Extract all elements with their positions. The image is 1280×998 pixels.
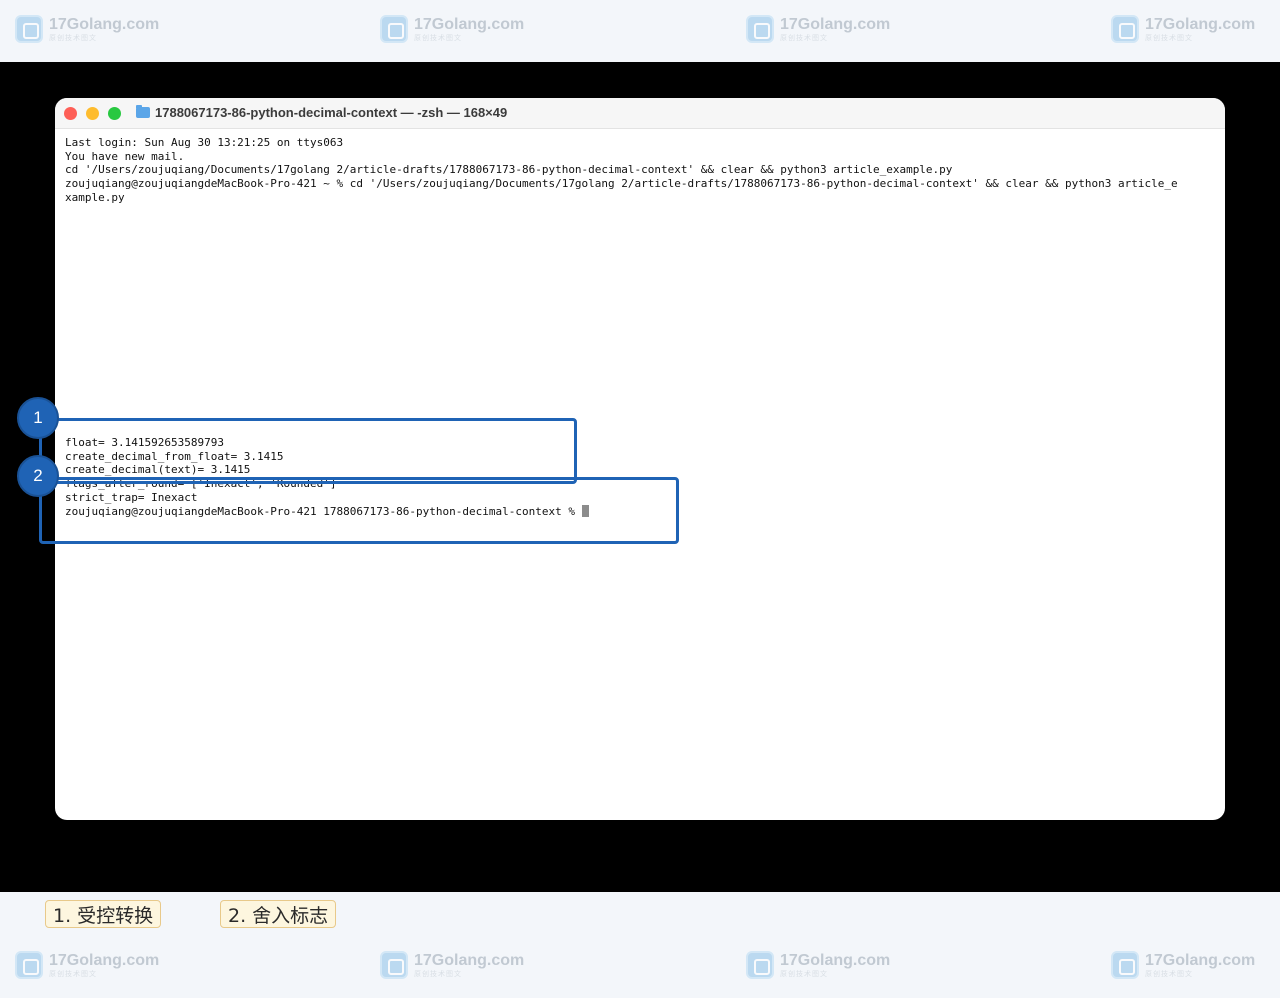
watermark-sub: 原创技术图文 [780, 34, 828, 42]
watermark-sub: 原创技术图文 [1145, 970, 1193, 978]
folder-icon [136, 105, 150, 118]
watermark-logo-icon [746, 951, 774, 979]
window-title: 1788067173-86-python-decimal-context — -… [155, 105, 508, 120]
watermark-logo-icon [15, 15, 43, 43]
watermark-sub: 原创技术图文 [1145, 34, 1193, 42]
close-window-button[interactable] [64, 107, 77, 120]
minimize-window-button[interactable] [86, 107, 99, 120]
annotation-legend: 1. 受控转换 2. 舍入标志 [0, 892, 1280, 936]
callout-badge-1: 1 [17, 397, 59, 439]
watermark-sub: 原创技术图文 [414, 970, 462, 978]
zoom-window-button[interactable] [108, 107, 121, 120]
watermark-name: 17Golang.com [414, 951, 525, 969]
watermark-sub: 原创技术图文 [414, 34, 462, 42]
highlight-box-2 [39, 477, 679, 544]
watermark: 17Golang.com 原创技术图文 [746, 951, 890, 979]
watermark-name: 17Golang.com [1145, 951, 1256, 969]
window-title-group: 1788067173-86-python-decimal-context — -… [136, 105, 507, 120]
watermark-logo-icon [1111, 15, 1139, 43]
watermark-logo-icon [1111, 951, 1139, 979]
watermark-logo-icon [380, 951, 408, 979]
watermark-name: 17Golang.com [1145, 15, 1256, 33]
legend-tag-1: 1. 受控转换 [45, 900, 162, 928]
terminal-top-output[interactable]: Last login: Sun Aug 30 13:21:25 on ttys0… [65, 136, 1215, 205]
window-titlebar[interactable]: 1788067173-86-python-decimal-context — -… [55, 98, 1225, 129]
watermark-logo-icon [380, 15, 408, 43]
watermark-bar-top: 17Golang.com 原创技术图文 17Golang.com 原创技术图文 17… [0, 0, 1280, 62]
watermark-sub: 原创技术图文 [49, 34, 97, 42]
watermark-sub: 原创技术图文 [780, 970, 828, 978]
legend-tag-2: 2. 舍入标志 [220, 900, 337, 928]
highlight-box-1 [39, 418, 577, 484]
watermark-name: 17Golang.com [414, 15, 525, 33]
callout-badge-2: 2 [17, 455, 59, 497]
watermark: 17Golang.com 原创技术图文 [1111, 15, 1255, 43]
watermark: 17Golang.com 原创技术图文 [1111, 951, 1255, 979]
watermark: 17Golang.com 原创技术图文 [15, 15, 159, 43]
watermark: 17Golang.com 原创技术图文 [380, 15, 524, 43]
watermark-logo-icon [746, 15, 774, 43]
watermark-logo-icon [15, 951, 43, 979]
watermark: 17Golang.com 原创技术图文 [380, 951, 524, 979]
watermark-name: 17Golang.com [780, 951, 891, 969]
watermark-bar-bottom: 17Golang.com 原创技术图文 17Golang.com 原创技术图文 17… [0, 936, 1280, 998]
watermark-sub: 原创技术图文 [49, 970, 97, 978]
watermark-name: 17Golang.com [49, 15, 160, 33]
watermark: 17Golang.com 原创技术图文 [15, 951, 159, 979]
watermark-name: 17Golang.com [780, 15, 891, 33]
watermark-name: 17Golang.com [49, 951, 160, 969]
watermark: 17Golang.com 原创技术图文 [746, 15, 890, 43]
